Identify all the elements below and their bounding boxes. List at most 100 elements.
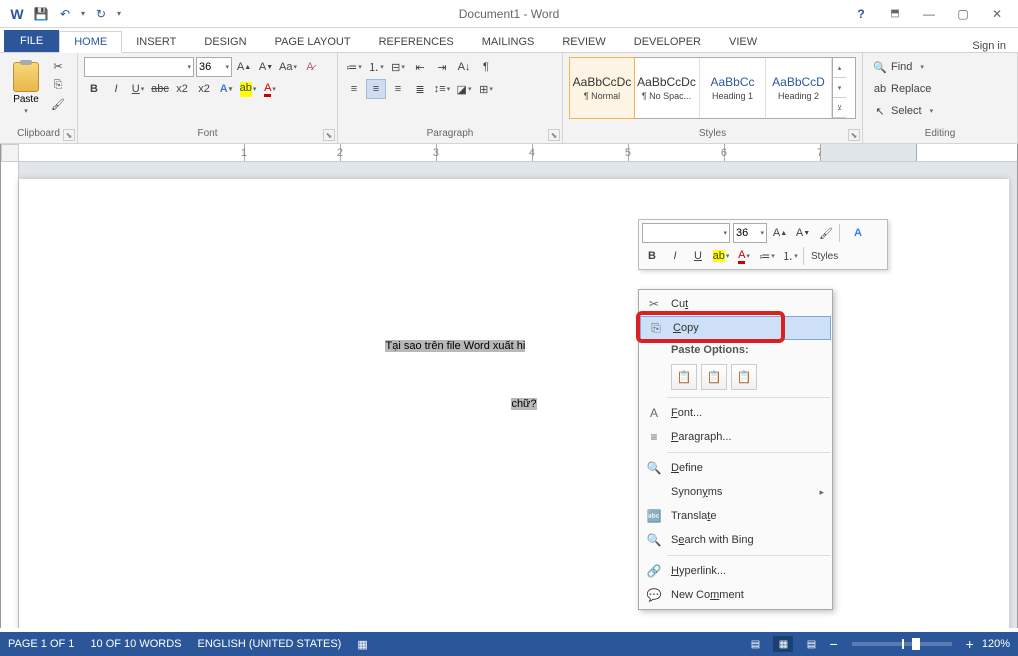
styles-gallery[interactable]: AaBbCcDc ¶ Normal AaBbCcDc ¶ No Spac... … xyxy=(569,57,856,119)
shading-icon[interactable]: ◪▾ xyxy=(454,79,474,99)
ctx-font[interactable]: A Font... xyxy=(639,401,832,425)
tab-page-layout[interactable]: PAGE LAYOUT xyxy=(261,32,365,52)
horizontal-ruler[interactable]: 1 2 3 4 5 6 7 xyxy=(19,144,1017,162)
mini-highlight-icon[interactable]: ab▾ xyxy=(711,246,731,266)
save-icon[interactable]: 💾 xyxy=(30,3,52,25)
bullets-icon[interactable]: ≔▾ xyxy=(344,57,364,77)
ribbon-options-icon[interactable]: ⬒ xyxy=(882,4,908,24)
tab-design[interactable]: DESIGN xyxy=(190,32,260,52)
mini-bullets-icon[interactable]: ≔▾ xyxy=(757,246,777,266)
sign-in-link[interactable]: Sign in xyxy=(972,40,1018,52)
mini-font-family[interactable]: ▾ xyxy=(642,223,730,243)
highlight-icon[interactable]: ab▾ xyxy=(238,79,258,99)
mini-grow-font-icon[interactable]: A▲ xyxy=(770,223,790,243)
ctx-synonyms[interactable]: Synonyms xyxy=(639,480,832,504)
help-icon[interactable]: ? xyxy=(848,4,874,24)
mini-font-color-icon[interactable]: A▾ xyxy=(734,246,754,266)
undo-icon[interactable]: ↶ xyxy=(54,3,76,25)
zoom-slider[interactable] xyxy=(852,642,952,646)
ctx-new-comment[interactable]: 💬 New Comment xyxy=(639,583,832,607)
font-launcher-icon[interactable]: ⬊ xyxy=(323,129,335,141)
style-normal[interactable]: AaBbCcDc ¶ Normal xyxy=(569,57,635,119)
tab-file[interactable]: FILE xyxy=(4,30,59,52)
show-marks-icon[interactable]: ¶ xyxy=(476,57,496,77)
zoom-in-icon[interactable]: + xyxy=(966,636,974,652)
status-macro-icon[interactable]: ▦ xyxy=(357,638,367,651)
strikethrough-button[interactable]: abc xyxy=(150,79,170,99)
qat-customize-icon[interactable]: ▾ xyxy=(114,3,124,25)
maximize-icon[interactable]: ▢ xyxy=(950,4,976,24)
borders-icon[interactable]: ⊞▾ xyxy=(476,79,496,99)
style-heading-1[interactable]: AaBbCc Heading 1 xyxy=(700,58,766,118)
ctx-paragraph[interactable]: ≡ Paragraph... xyxy=(639,425,832,449)
mini-underline-button[interactable]: U xyxy=(688,246,708,266)
status-page[interactable]: PAGE 1 OF 1 xyxy=(8,638,74,650)
word-icon[interactable]: W xyxy=(6,3,28,25)
mini-format-painter-icon[interactable]: 🖌 xyxy=(816,223,836,243)
justify-icon[interactable]: ≣ xyxy=(410,79,430,99)
change-case-icon[interactable]: Aa▾ xyxy=(278,57,298,77)
redo-icon[interactable]: ↻ xyxy=(90,3,112,25)
cut-icon[interactable]: ✂ xyxy=(48,57,68,75)
style-no-spacing[interactable]: AaBbCcDc ¶ No Spac... xyxy=(634,58,700,118)
undo-dropdown-icon[interactable]: ▾ xyxy=(78,3,88,25)
mini-numbering-icon[interactable]: ⒈▾ xyxy=(780,246,800,266)
font-color-icon[interactable]: A▾ xyxy=(260,79,280,99)
zoom-level[interactable]: 120% xyxy=(982,638,1010,650)
select-button[interactable]: ↖Select▾ xyxy=(869,101,1011,121)
ctx-copy[interactable]: ⎘ Copy xyxy=(640,316,831,340)
ctx-translate[interactable]: 🔤 Translate xyxy=(639,504,832,528)
shrink-font-icon[interactable]: A▼ xyxy=(256,57,276,77)
bold-button[interactable]: B xyxy=(84,79,104,99)
vertical-ruler[interactable] xyxy=(1,162,19,628)
copy-icon[interactable]: ⎘ xyxy=(48,76,68,94)
font-size-combo[interactable]: 36▾ xyxy=(196,57,232,77)
tab-mailings[interactable]: MAILINGS xyxy=(468,32,549,52)
status-language[interactable]: ENGLISH (UNITED STATES) xyxy=(198,638,342,650)
styles-launcher-icon[interactable]: ⬊ xyxy=(848,129,860,141)
ctx-hyperlink[interactable]: 🔗 Hyperlink... xyxy=(639,559,832,583)
mini-styles-label[interactable]: Styles xyxy=(807,251,842,262)
ruler-corner[interactable] xyxy=(1,144,19,162)
grow-font-icon[interactable]: A▲ xyxy=(234,57,254,77)
align-center-icon[interactable]: ≡ xyxy=(366,79,386,99)
decrease-indent-icon[interactable]: ⇤ xyxy=(410,57,430,77)
line-spacing-icon[interactable]: ↕≡▾ xyxy=(432,79,452,99)
tab-view[interactable]: VIEW xyxy=(715,32,771,52)
tab-review[interactable]: REVIEW xyxy=(548,32,619,52)
close-icon[interactable]: ✕ xyxy=(984,4,1010,24)
tab-references[interactable]: REFERENCES xyxy=(365,32,468,52)
italic-button[interactable]: I xyxy=(106,79,126,99)
tab-home[interactable]: HOME xyxy=(59,31,122,53)
paste-keep-source-icon[interactable]: 📋 xyxy=(671,364,697,390)
paste-button[interactable]: Paste ▾ xyxy=(6,57,46,119)
text-effects-icon[interactable]: A▾ xyxy=(216,79,236,99)
superscript-button[interactable]: x2 xyxy=(194,79,214,99)
clear-formatting-icon[interactable]: A̷ xyxy=(300,57,320,77)
font-family-combo[interactable]: ▾ xyxy=(84,57,194,77)
mini-italic-button[interactable]: I xyxy=(665,246,685,266)
view-web-icon[interactable]: ▤ xyxy=(801,636,821,652)
increase-indent-icon[interactable]: ⇥ xyxy=(432,57,452,77)
tab-insert[interactable]: INSERT xyxy=(122,32,190,52)
mini-bold-button[interactable]: B xyxy=(642,246,662,266)
ctx-cut[interactable]: ✂ Cut xyxy=(639,292,832,316)
status-words[interactable]: 10 OF 10 WORDS xyxy=(90,638,181,650)
style-heading-2[interactable]: AaBbCcD Heading 2 xyxy=(766,58,832,118)
ctx-search-bing[interactable]: 🔍 Search with Bing xyxy=(639,528,832,552)
zoom-out-icon[interactable]: − xyxy=(829,636,837,652)
view-read-icon[interactable]: ▤ xyxy=(745,636,765,652)
mini-font-size[interactable]: 36▾ xyxy=(733,223,767,243)
format-painter-icon[interactable]: 🖌 xyxy=(48,95,68,113)
tab-developer[interactable]: DEVELOPER xyxy=(620,32,715,52)
subscript-button[interactable]: x2 xyxy=(172,79,192,99)
numbering-icon[interactable]: ⒈▾ xyxy=(366,57,386,77)
sort-icon[interactable]: A↓ xyxy=(454,57,474,77)
clipboard-launcher-icon[interactable]: ⬊ xyxy=(63,129,75,141)
paragraph-launcher-icon[interactable]: ⬊ xyxy=(548,129,560,141)
minimize-icon[interactable]: — xyxy=(916,4,942,24)
view-print-icon[interactable]: ▦ xyxy=(773,636,793,652)
replace-button[interactable]: abReplace xyxy=(869,79,1011,99)
mini-styles-icon[interactable]: A xyxy=(843,223,873,243)
align-right-icon[interactable]: ≡ xyxy=(388,79,408,99)
